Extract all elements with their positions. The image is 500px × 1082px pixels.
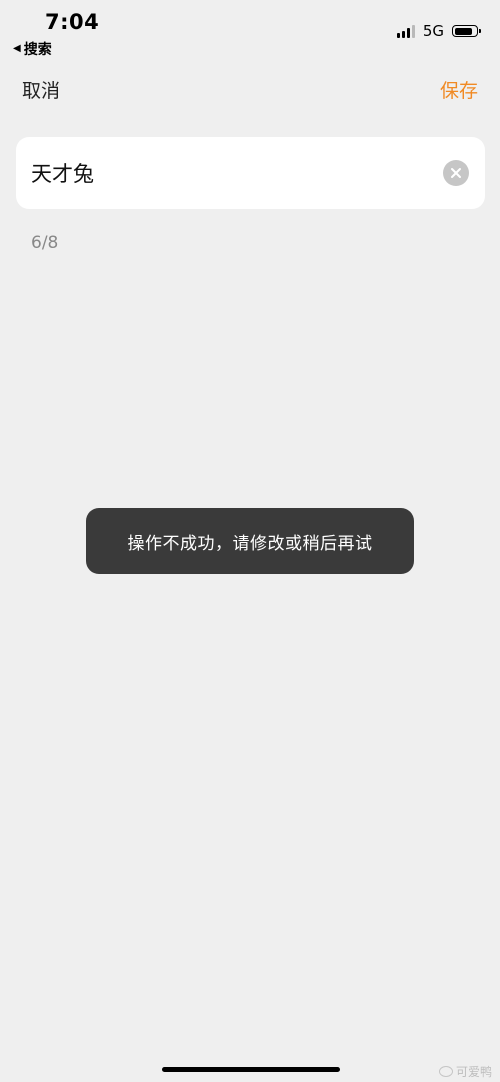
back-to-app-button[interactable]: ◀ 搜索 [13,39,52,59]
back-triangle-icon: ◀ [13,43,21,54]
character-count: 6/8 [31,233,59,253]
status-indicators: 5G [396,22,481,40]
watermark-text: 可爱鸭 [455,1065,492,1079]
save-button[interactable]: 保存 [440,76,478,103]
cancel-button[interactable]: 取消 [22,76,60,103]
back-to-app-label: 搜索 [23,42,52,58]
home-indicator[interactable] [162,1067,340,1072]
name-input[interactable] [31,137,431,209]
network-type: 5G [422,22,444,40]
error-toast: 操作不成功，请修改或稍后再试 [86,508,414,574]
battery-icon [452,25,481,37]
watermark: 可爱鸭 [438,1063,492,1080]
cellular-signal-icon [396,24,415,38]
clear-circle-icon[interactable] [443,160,469,186]
weibo-logo-icon [438,1066,453,1077]
status-time: 7:04 [45,10,100,34]
toast-message: 操作不成功，请修改或稍后再试 [127,533,373,554]
name-input-card [16,137,485,209]
